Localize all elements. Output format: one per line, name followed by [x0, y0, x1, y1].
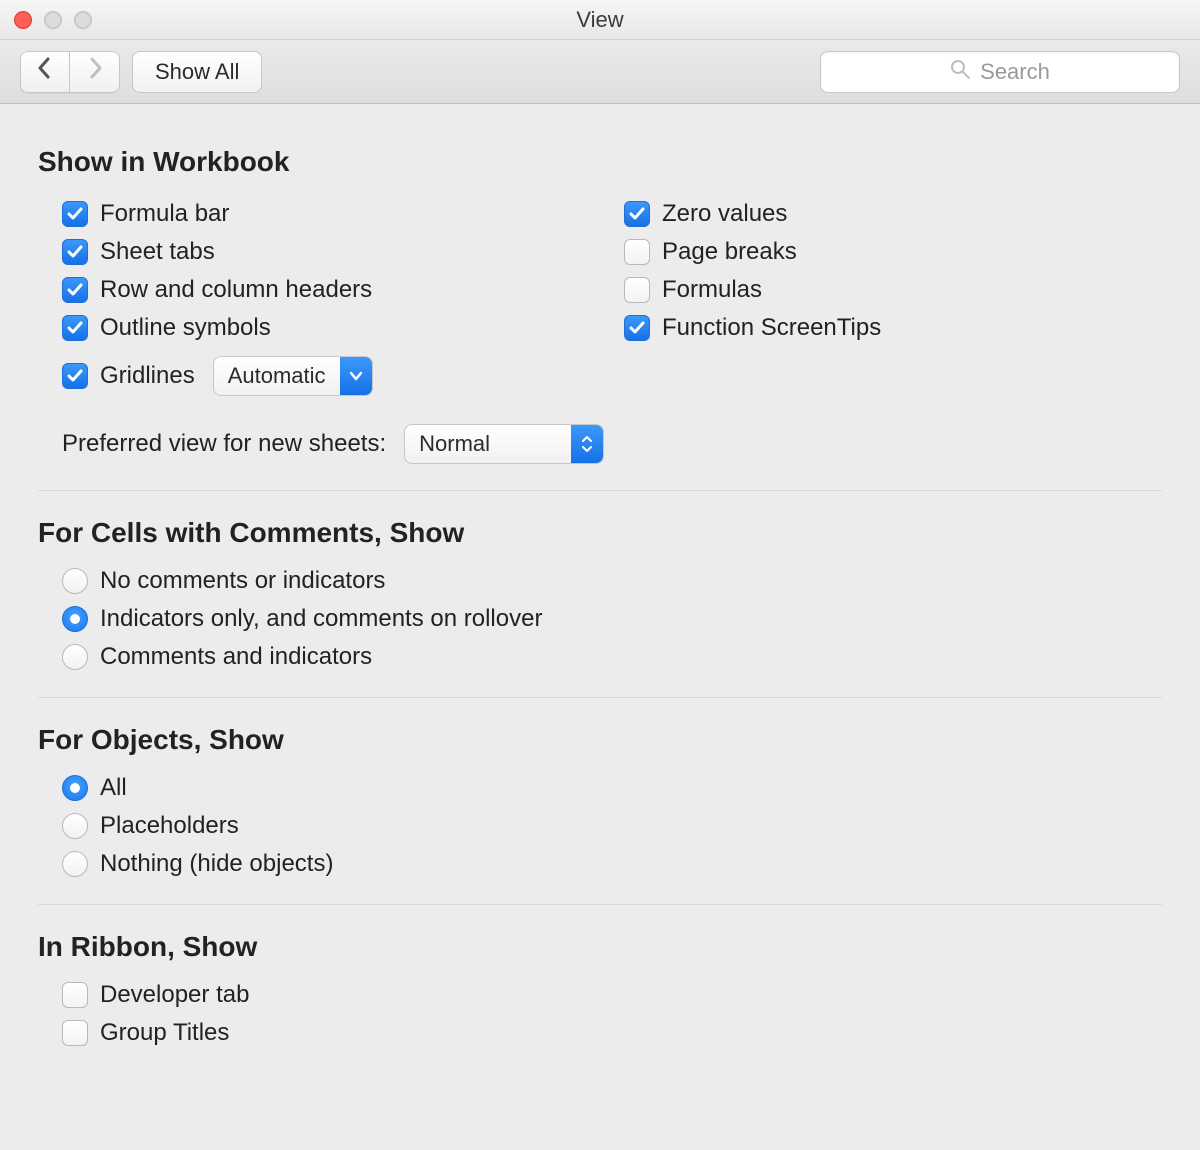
- titlebar: View: [0, 0, 1200, 40]
- checkbox-group-titles[interactable]: [62, 1020, 88, 1046]
- updown-arrows-icon: [571, 425, 603, 463]
- toolbar: Show All Search: [0, 40, 1200, 104]
- checkbox-formulas[interactable]: [624, 277, 650, 303]
- section-title-show-in-workbook: Show in Workbook: [38, 146, 1162, 178]
- nav-buttons: [20, 51, 120, 93]
- checkbox-sheet-tabs[interactable]: [62, 239, 88, 265]
- radio-comments-indicators[interactable]: [62, 606, 88, 632]
- chevron-left-icon: [37, 57, 53, 86]
- section-title-ribbon: In Ribbon, Show: [38, 931, 1162, 963]
- section-title-objects: For Objects, Show: [38, 724, 1162, 756]
- label-comments-indicators: Indicators only, and comments on rollove…: [100, 605, 542, 633]
- label-page-breaks: Page breaks: [662, 238, 797, 266]
- minimize-window-button[interactable]: [44, 11, 62, 29]
- search-input[interactable]: Search: [820, 51, 1180, 93]
- separator: [38, 697, 1162, 698]
- radio-objects-nothing[interactable]: [62, 851, 88, 877]
- label-comments-none: No comments or indicators: [100, 567, 385, 595]
- show-all-button[interactable]: Show All: [132, 51, 262, 93]
- radio-objects-placeholders[interactable]: [62, 813, 88, 839]
- separator: [38, 904, 1162, 905]
- gridlines-color-select[interactable]: Automatic: [213, 356, 373, 396]
- search-icon: [950, 59, 970, 85]
- radio-objects-all[interactable]: [62, 775, 88, 801]
- preferred-view-select[interactable]: Normal: [404, 424, 604, 464]
- checkbox-developer-tab[interactable]: [62, 982, 88, 1008]
- section-title-comments: For Cells with Comments, Show: [38, 517, 1162, 549]
- checkbox-outline-symbols[interactable]: [62, 315, 88, 341]
- label-group-titles: Group Titles: [100, 1019, 229, 1047]
- label-formula-bar: Formula bar: [100, 200, 229, 228]
- checkbox-formula-bar[interactable]: [62, 201, 88, 227]
- label-gridlines: Gridlines: [100, 362, 195, 390]
- show-all-label: Show All: [155, 59, 239, 85]
- preferred-view-value: Normal: [405, 431, 571, 457]
- close-window-button[interactable]: [14, 11, 32, 29]
- checkbox-row-col-headers[interactable]: [62, 277, 88, 303]
- label-comments-both: Comments and indicators: [100, 643, 372, 671]
- radio-comments-both[interactable]: [62, 644, 88, 670]
- gridlines-color-value: Automatic: [214, 363, 340, 389]
- search-placeholder: Search: [980, 59, 1050, 85]
- preferred-view-label: Preferred view for new sheets:: [62, 430, 386, 458]
- forward-button[interactable]: [70, 51, 120, 93]
- checkbox-function-screentips[interactable]: [624, 315, 650, 341]
- zoom-window-button[interactable]: [74, 11, 92, 29]
- back-button[interactable]: [20, 51, 70, 93]
- chevron-right-icon: [87, 57, 103, 86]
- radio-comments-none[interactable]: [62, 568, 88, 594]
- label-outline-symbols: Outline symbols: [100, 314, 271, 342]
- content: Show in Workbook Formula bar Sheet tabs …: [0, 104, 1200, 1091]
- checkbox-gridlines[interactable]: [62, 363, 88, 389]
- window-controls: [14, 11, 92, 29]
- label-objects-placeholders: Placeholders: [100, 812, 239, 840]
- separator: [38, 490, 1162, 491]
- label-zero-values: Zero values: [662, 200, 787, 228]
- label-developer-tab: Developer tab: [100, 981, 249, 1009]
- checkbox-zero-values[interactable]: [624, 201, 650, 227]
- chevron-down-icon: [340, 357, 372, 395]
- label-function-screentips: Function ScreenTips: [662, 314, 881, 342]
- checkbox-page-breaks[interactable]: [624, 239, 650, 265]
- label-objects-nothing: Nothing (hide objects): [100, 850, 333, 878]
- label-formulas: Formulas: [662, 276, 762, 304]
- window-title: View: [576, 7, 623, 33]
- label-row-col-headers: Row and column headers: [100, 276, 372, 304]
- label-objects-all: All: [100, 774, 127, 802]
- label-sheet-tabs: Sheet tabs: [100, 238, 215, 266]
